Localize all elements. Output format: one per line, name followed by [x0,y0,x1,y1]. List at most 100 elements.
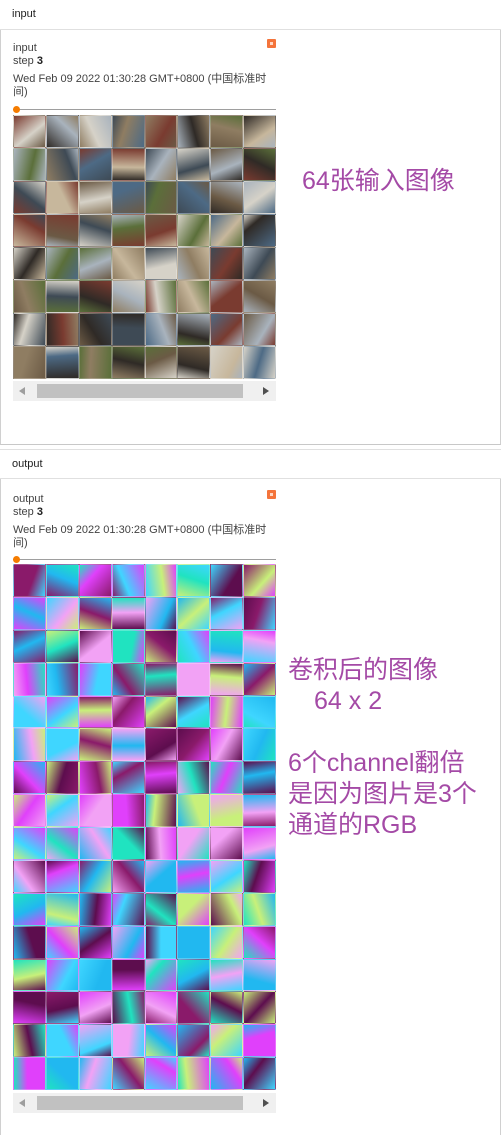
input-thumbnail [45,346,79,379]
feature-map-thumbnail [111,859,145,893]
feature-map-thumbnail [144,991,178,1025]
input-thumbnail [78,214,112,247]
feature-map-thumbnail [177,728,211,762]
image-card: output step 3 Wed Feb 09 2022 01:30:28 G… [13,490,277,550]
step-slider[interactable] [13,106,276,114]
input-thumbnail [111,148,145,181]
feature-map-thumbnail [13,892,46,926]
input-thumbnail [78,313,112,346]
feature-map-thumbnail [210,991,244,1025]
image-grid-output [13,564,276,1090]
input-thumbnail [210,214,244,247]
feature-map-thumbnail [13,794,46,827]
feature-map-thumbnail [177,892,211,926]
feature-map-thumbnail [78,564,112,597]
feature-map-thumbnail [177,662,211,696]
feature-map-thumbnail [45,925,79,959]
annotation-line: 是因为图片是3个 [288,780,477,808]
input-thumbnail [13,115,46,148]
card-title: input [13,42,37,54]
section-title: output [12,458,43,470]
feature-map-thumbnail [45,794,79,827]
input-thumbnail [144,115,178,148]
expand-icon[interactable] [267,39,276,48]
feature-map-thumbnail [243,662,276,696]
feature-map-thumbnail [177,794,211,827]
annotation-line: 6个channel翻倍 [288,749,465,777]
chevron-left-icon[interactable] [19,387,25,395]
feature-map-thumbnail [78,1057,112,1090]
feature-map-thumbnail [177,925,211,959]
input-thumbnail [45,181,79,214]
feature-map-thumbnail [111,728,145,762]
feature-map-thumbnail [177,629,211,663]
feature-map-thumbnail [144,892,178,926]
feature-map-thumbnail [111,827,145,860]
feature-map-thumbnail [111,958,145,992]
feature-map-thumbnail [144,1057,178,1090]
feature-map-thumbnail [78,991,112,1025]
image-grid-input [13,115,276,379]
timestamp: Wed Feb 09 2022 01:30:28 GMT+0800 (中国标准时… [13,524,267,549]
feature-map-thumbnail [13,925,46,959]
slider-track [13,109,276,110]
chevron-left-icon[interactable] [19,1099,25,1107]
feature-map-thumbnail [45,991,79,1025]
feature-map-thumbnail [144,925,178,959]
feature-map-thumbnail [210,695,244,729]
slider-thumb[interactable] [13,556,20,563]
input-thumbnail [45,280,79,313]
feature-map-thumbnail [78,695,112,729]
input-thumbnail [243,280,276,313]
feature-map-thumbnail [210,629,244,663]
input-thumbnail [78,346,112,379]
feature-map-thumbnail [111,564,145,597]
feature-map-thumbnail [243,761,276,795]
section-header-output: output [0,449,501,479]
input-thumbnail [177,280,211,313]
feature-map-thumbnail [210,925,244,959]
feature-map-thumbnail [13,662,46,696]
feature-map-thumbnail [210,958,244,992]
feature-map-thumbnail [78,728,112,762]
feature-map-thumbnail [45,1057,79,1090]
feature-map-thumbnail [243,892,276,926]
feature-map-thumbnail [45,1024,79,1058]
input-thumbnail [144,214,178,247]
input-thumbnail [111,115,145,148]
chevron-right-icon[interactable] [263,387,269,395]
scrollbar-thumb[interactable] [37,1096,243,1110]
input-thumbnail [177,214,211,247]
chevron-right-icon[interactable] [263,1099,269,1107]
input-thumbnail [144,280,178,313]
annotation-line [288,717,477,748]
input-thumbnail [111,247,145,280]
input-thumbnail [111,346,145,379]
feature-map-thumbnail [243,564,276,597]
feature-map-thumbnail [177,596,211,630]
horizontal-scrollbar[interactable] [13,381,276,401]
feature-map-thumbnail [210,761,244,795]
feature-map-thumbnail [111,1057,145,1090]
input-thumbnail [45,214,79,247]
input-thumbnail [13,346,46,379]
feature-map-thumbnail [45,958,79,992]
feature-map-thumbnail [111,695,145,729]
feature-map-thumbnail [144,1024,178,1058]
input-thumbnail [144,247,178,280]
feature-map-thumbnail [243,1057,276,1090]
expand-icon[interactable] [267,490,276,499]
input-thumbnail [243,181,276,214]
horizontal-scrollbar[interactable] [13,1093,276,1113]
input-thumbnail [243,346,276,379]
feature-map-thumbnail [13,827,46,860]
feature-map-thumbnail [111,1024,145,1058]
feature-map-thumbnail [78,629,112,663]
slider-thumb[interactable] [13,106,20,113]
input-thumbnail [243,313,276,346]
step-slider[interactable] [13,556,276,564]
step-label: step 3 [13,55,43,67]
timestamp: Wed Feb 09 2022 01:30:28 GMT+0800 (中国标准时… [13,73,267,98]
input-thumbnail [177,247,211,280]
scrollbar-thumb[interactable] [37,384,243,398]
